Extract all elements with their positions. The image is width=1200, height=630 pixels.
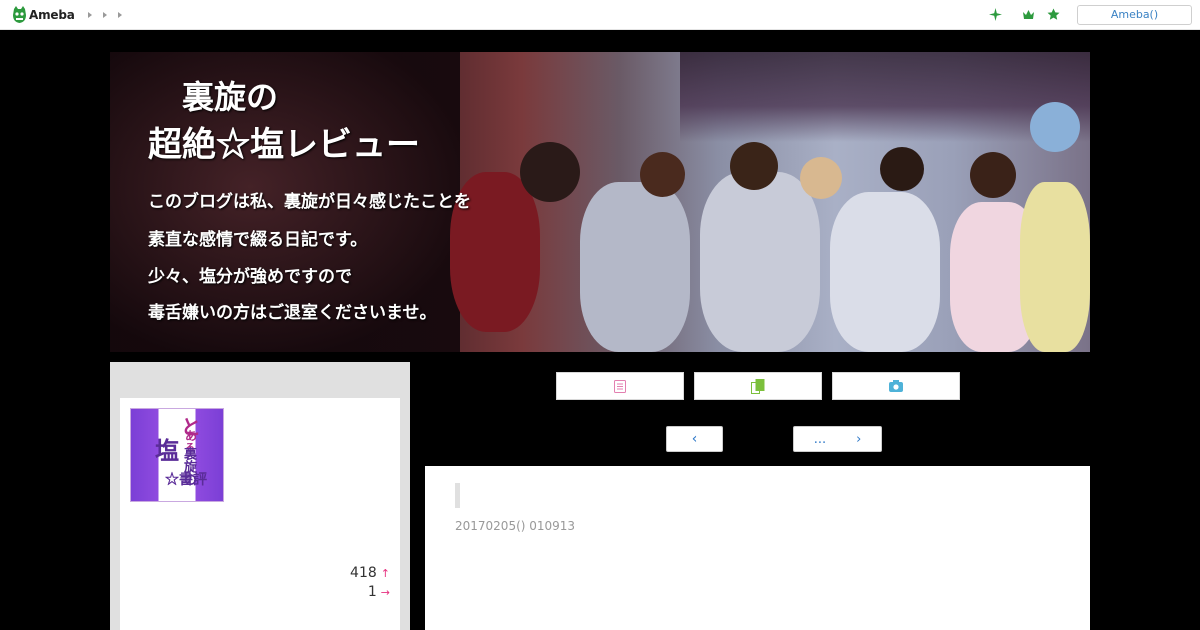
- breadcrumb-arrow-icon[interactable]: [118, 12, 122, 18]
- list-icon: [614, 379, 626, 393]
- breadcrumb-arrow-icon[interactable]: [88, 12, 92, 18]
- banner-description-line: 少々、塩分が強めですので: [148, 267, 352, 287]
- blog-header-banner[interactable]: 裏旋の 超絶☆塩レビュー このブログは私、裏旋が日々感じたことを 素直な感情で綴…: [110, 52, 1090, 352]
- crown-icon[interactable]: [1022, 8, 1035, 21]
- article-date: 20170205() 010913: [455, 519, 576, 533]
- banner-title-line2: 超絶☆塩レビュー: [148, 125, 420, 165]
- stat-value: 418: [350, 565, 377, 581]
- banner-description-line: 毒舌嫌いの方はご退室くださいませ。: [148, 303, 437, 323]
- banner-description-line: 素直な感情で綴る日記です。: [148, 230, 368, 250]
- next-entry-button[interactable]: ... ›: [793, 426, 882, 452]
- avatar[interactable]: と あ る 塩 裏旋の ☆書評: [130, 408, 224, 502]
- camera-icon: [889, 380, 903, 392]
- logo-text: Ameba: [29, 8, 75, 22]
- star-icon[interactable]: [1047, 8, 1060, 21]
- ameba-login-button[interactable]: Ameba(): [1077, 5, 1192, 25]
- article-entry: 20170205() 010913: [425, 466, 1090, 630]
- breadcrumb-arrow-icon[interactable]: [103, 12, 107, 18]
- ameba-logo-icon: [13, 6, 26, 23]
- sparkle-icon[interactable]: [989, 8, 1002, 21]
- top-navigation-bar: Ameba Ameba(): [0, 0, 1200, 30]
- chevron-right-icon: ›: [856, 431, 862, 447]
- next-entry-ellipsis: ...: [813, 431, 827, 447]
- banner-description-line: このブログは私、裏旋が日々感じたことを: [148, 192, 471, 212]
- breadcrumb: [88, 9, 122, 18]
- reader-count-stat: 418 ↑: [350, 565, 390, 581]
- banner-title-line1: 裏旋の: [182, 78, 279, 116]
- chevron-left-icon: ‹: [691, 431, 698, 447]
- header-icon-group: [989, 8, 1060, 21]
- tab-photos[interactable]: [832, 372, 960, 400]
- content-tabs: [556, 372, 960, 400]
- right-arrow-icon: →: [380, 585, 390, 599]
- sidebar: と あ る 塩 裏旋の ☆書評 418 ↑ 1 →: [110, 362, 410, 630]
- avatar-logo-text: と あ る 塩 裏旋の ☆書評: [155, 415, 207, 488]
- stat-value: 1: [367, 584, 377, 600]
- banner-photo: [410, 102, 1090, 352]
- previous-entry-button[interactable]: ‹: [666, 426, 723, 452]
- ranking-stat: 1 →: [368, 584, 390, 600]
- article-title-marker: [455, 483, 460, 508]
- ameba-logo[interactable]: Ameba: [12, 6, 75, 24]
- tab-themes[interactable]: [694, 372, 822, 400]
- tab-articles[interactable]: [556, 372, 684, 400]
- up-arrow-icon: ↑: [380, 566, 390, 580]
- profile-card: と あ る 塩 裏旋の ☆書評 418 ↑ 1 →: [120, 398, 400, 630]
- copy-icon: [751, 378, 765, 394]
